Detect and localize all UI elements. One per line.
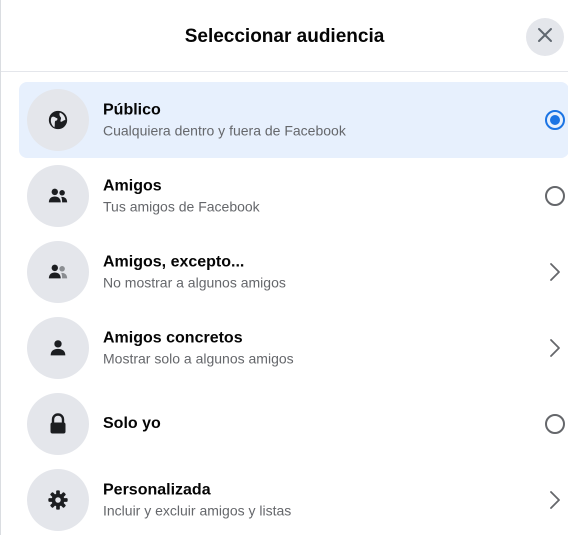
only-me-radio[interactable] — [543, 412, 567, 436]
option-custom[interactable]: Personalizada Incluir y excluir amigos y… — [19, 462, 568, 538]
option-text: Solo yo — [103, 414, 161, 434]
option-title: Amigos — [103, 177, 162, 195]
gear-icon — [27, 469, 89, 531]
option-specific-friends[interactable]: Amigos concretos Mostrar solo a algunos … — [19, 310, 568, 386]
option-title: Personalizada — [103, 481, 211, 499]
option-title: Público — [103, 101, 161, 119]
option-description: Tus amigos de Facebook — [103, 198, 260, 215]
option-text: Público Cualquiera dentro y fuera de Fac… — [103, 101, 346, 140]
option-friends-except[interactable]: Amigos, excepto... No mostrar a algunos … — [19, 234, 568, 310]
option-description: Incluir y excluir amigos y listas — [103, 502, 292, 519]
friends-radio[interactable] — [543, 184, 567, 208]
audience-options: Público Cualquiera dentro y fuera de Fac… — [1, 82, 568, 538]
friends-except-icon — [27, 241, 89, 303]
chevron-right-icon[interactable] — [543, 260, 567, 284]
option-title: Amigos, excepto... — [103, 253, 245, 271]
option-text: Amigos concretos Mostrar solo a algunos … — [103, 329, 294, 368]
option-text: Amigos, excepto... No mostrar a algunos … — [103, 253, 286, 292]
option-description: No mostrar a algunos amigos — [103, 274, 286, 291]
lock-icon — [27, 393, 89, 455]
close-icon — [537, 27, 553, 48]
option-public[interactable]: Público Cualquiera dentro y fuera de Fac… — [19, 82, 568, 158]
option-text: Personalizada Incluir y excluir amigos y… — [103, 481, 291, 520]
audience-dialog: Seleccionar audiencia Público Cualquiera — [0, 0, 568, 535]
option-title: Amigos concretos — [103, 329, 243, 347]
option-text: Amigos Tus amigos de Facebook — [103, 177, 260, 216]
dialog-title: Seleccionar audiencia — [184, 26, 385, 47]
globe-icon — [27, 89, 89, 151]
public-radio[interactable] — [543, 108, 567, 132]
option-friends[interactable]: Amigos Tus amigos de Facebook — [19, 158, 568, 234]
option-description: Mostrar solo a algunos amigos — [103, 350, 294, 367]
close-button[interactable] — [526, 18, 564, 56]
option-description: Cualquiera dentro y fuera de Facebook — [103, 122, 346, 139]
option-only-me[interactable]: Solo yo — [19, 386, 568, 462]
option-title: Solo yo — [103, 415, 161, 432]
friends-icon — [27, 165, 89, 227]
dialog-header: Seleccionar audiencia — [1, 0, 568, 72]
chevron-right-icon[interactable] — [543, 336, 567, 360]
person-icon — [27, 317, 89, 379]
chevron-right-icon[interactable] — [543, 488, 567, 512]
